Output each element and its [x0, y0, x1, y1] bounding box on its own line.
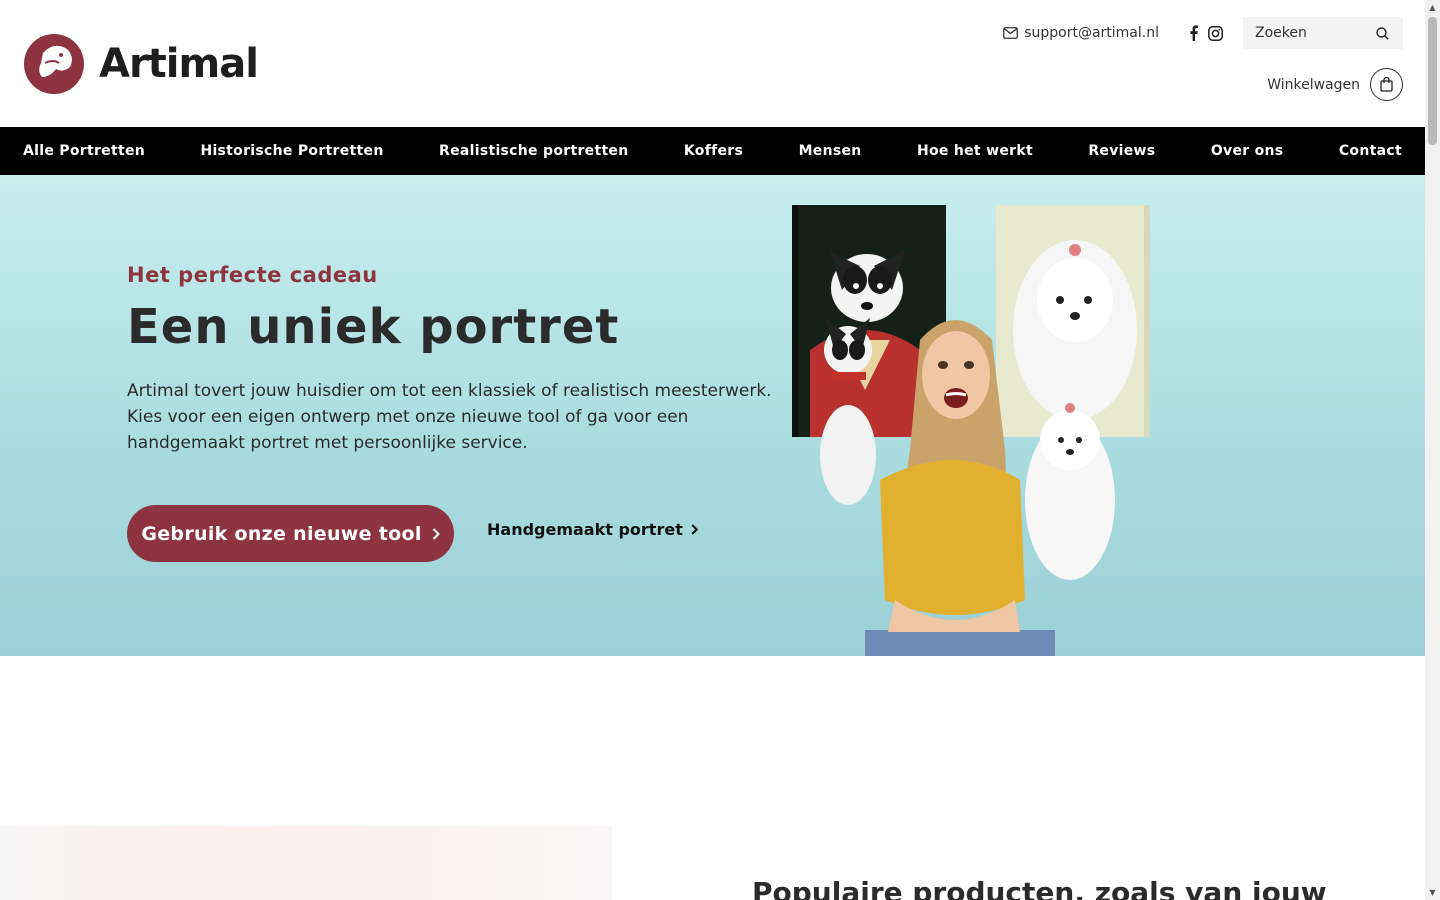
- nav-item-contact[interactable]: Contact: [1339, 143, 1402, 159]
- instagram-icon[interactable]: [1208, 25, 1223, 41]
- scroll-up-arrow-icon[interactable]: ▲: [1428, 3, 1437, 12]
- nav-item-mensen[interactable]: Mensen: [799, 143, 862, 159]
- hero-portraits-image: [792, 205, 1150, 656]
- hero-section: Het perfecte cadeau Een uniek portret Ar…: [0, 175, 1425, 656]
- page-scrollbar[interactable]: ▲ ▼: [1425, 0, 1440, 900]
- search-icon[interactable]: [1376, 26, 1389, 40]
- nav-item-koffers[interactable]: Koffers: [684, 143, 743, 159]
- support-email: support@artimal.nl: [1024, 25, 1159, 41]
- cart-button[interactable]: [1370, 68, 1403, 101]
- cart-label: Winkelwagen: [1267, 76, 1360, 93]
- scrollbar-thumb[interactable]: [1428, 17, 1437, 145]
- hero-subtitle: Het perfecte cadeau: [127, 263, 378, 287]
- header-utility: support@artimal.nl: [1003, 17, 1403, 49]
- logo-mark-icon: [24, 34, 84, 94]
- cart-link[interactable]: Winkelwagen: [1267, 68, 1403, 101]
- hero-description-line: Kies voor een eigen ontwerp met onze nie…: [127, 407, 689, 427]
- use-new-tool-button[interactable]: Gebruik onze nieuwe tool: [127, 505, 454, 562]
- site-header: Artimal support@artimal.nl Winkelwagen: [0, 0, 1425, 127]
- hero-description-line: Artimal tovert jouw huisdier om tot een …: [127, 381, 772, 401]
- nav-item-over-ons[interactable]: Over ons: [1211, 143, 1284, 159]
- mail-icon: [1003, 27, 1019, 39]
- nav-item-realistische-portretten[interactable]: Realistische portretten: [439, 143, 629, 159]
- search-input[interactable]: [1255, 25, 1365, 41]
- popular-products-heading: Populaire producten, zoals van jouw: [752, 876, 1327, 900]
- hero-description: Artimal tovert jouw huisdier om tot een …: [127, 378, 807, 456]
- chevron-right-icon: [432, 527, 440, 540]
- logo-text: Artimal: [99, 41, 259, 87]
- handmade-portrait-link[interactable]: Handgemaakt portret: [487, 520, 698, 539]
- support-email-link[interactable]: support@artimal.nl: [1003, 25, 1159, 41]
- facebook-icon[interactable]: [1189, 25, 1198, 41]
- hero-title: Een uniek portret: [127, 299, 620, 355]
- nav-item-reviews[interactable]: Reviews: [1088, 143, 1155, 159]
- nav-item-historische-portretten[interactable]: Historische Portretten: [200, 143, 383, 159]
- use-new-tool-label: Gebruik onze nieuwe tool: [141, 522, 422, 545]
- social-links: [1179, 25, 1223, 41]
- nav-item-alle-portretten[interactable]: Alle Portretten: [23, 143, 145, 159]
- popular-products-image: [0, 826, 612, 900]
- nav-item-hoe-het-werkt[interactable]: Hoe het werkt: [917, 143, 1033, 159]
- shopping-bag-icon: [1380, 77, 1393, 92]
- site-logo[interactable]: Artimal: [23, 33, 259, 95]
- hero-description-line: handgemaakt portret met persoonlijke ser…: [127, 433, 528, 453]
- handmade-portrait-label: Handgemaakt portret: [487, 520, 683, 539]
- search-box[interactable]: [1243, 17, 1403, 49]
- scroll-down-arrow-icon[interactable]: ▼: [1428, 888, 1437, 897]
- main-nav: Alle Portretten Historische Portretten R…: [0, 127, 1425, 175]
- chevron-right-icon: [691, 524, 698, 535]
